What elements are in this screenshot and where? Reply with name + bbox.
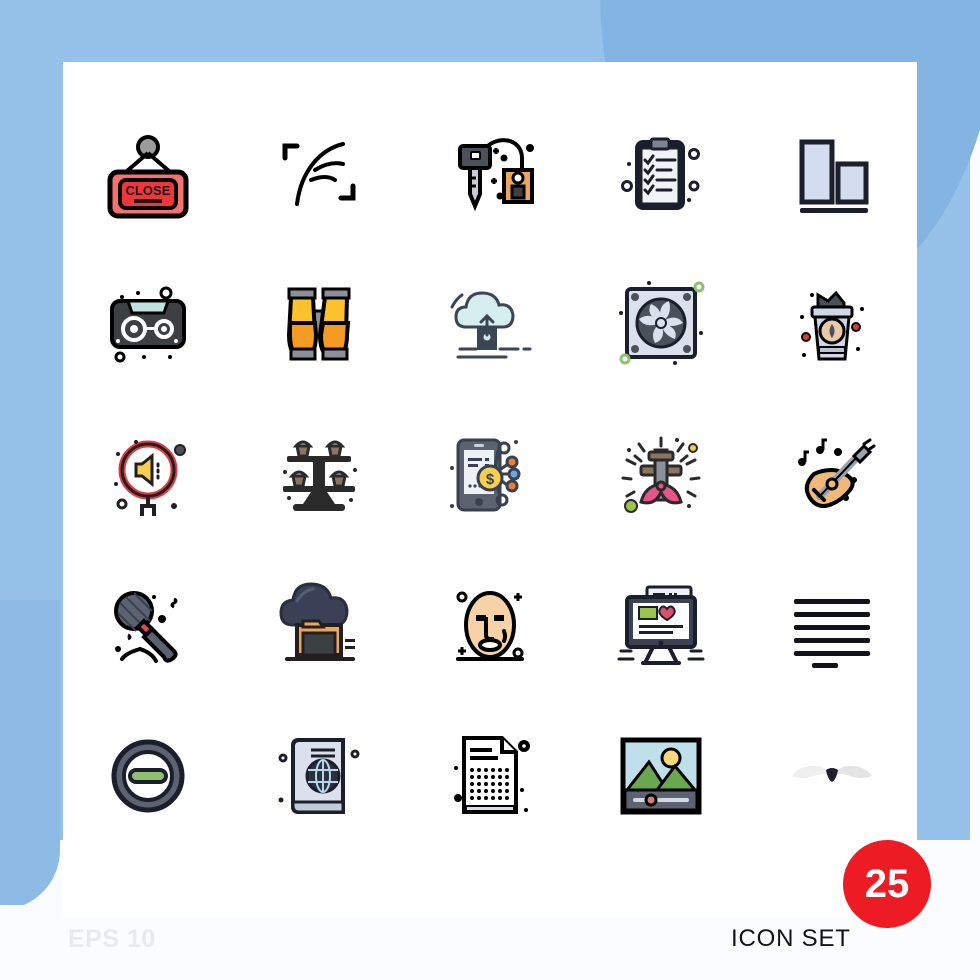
icon-cell-close-sign-icon[interactable]: CLOSE xyxy=(63,96,234,247)
icon-cell-celebration-bow-icon[interactable] xyxy=(575,398,746,549)
icon-cell-face-mask-icon[interactable] xyxy=(405,550,576,701)
icon-cell-cupcake-stand-icon[interactable] xyxy=(234,398,405,549)
icon-cell-mustache-icon[interactable] xyxy=(746,701,917,852)
icon-count-badge: 25 xyxy=(843,840,931,928)
icon-set-label: ICON SET xyxy=(731,925,851,952)
svg-text:CLOSE: CLOSE xyxy=(126,183,171,198)
icon-cell-clipboard-checklist-icon[interactable] xyxy=(575,96,746,247)
icon-cell-cassette-tape-icon[interactable] xyxy=(63,247,234,398)
icon-count-value: 25 xyxy=(864,862,910,906)
eps-version-label: EPS 10 xyxy=(68,925,156,953)
icon-grid: CLOSE $ xyxy=(63,96,917,852)
icon-cell-microphone-icon[interactable] xyxy=(63,550,234,701)
svg-text:$: $ xyxy=(486,471,495,488)
icon-set-poster: CLOSE $ EPS 10 ICON SET 25 xyxy=(0,0,980,980)
icon-cell-key-tag-icon[interactable] xyxy=(405,96,576,247)
icon-cell-desktop-webpage-icon[interactable] xyxy=(575,550,746,701)
icon-cell-cooling-fan-icon[interactable] xyxy=(575,247,746,398)
icon-cell-megaphone-signal-icon[interactable] xyxy=(63,398,234,549)
icon-cell-binoculars-icon[interactable] xyxy=(234,247,405,398)
background-blob-tail xyxy=(0,600,60,910)
icon-cell-minus-circle-icon[interactable] xyxy=(63,701,234,852)
icon-cell-coffee-cup-icon[interactable] xyxy=(746,247,917,398)
icon-cell-passport-icon[interactable] xyxy=(234,701,405,852)
icon-cell-document-braille-icon[interactable] xyxy=(405,701,576,852)
icon-cell-burning-house-icon[interactable] xyxy=(234,550,405,701)
icon-cell-image-slider-icon[interactable] xyxy=(575,701,746,852)
icon-cell-bar-chart-icon[interactable] xyxy=(746,96,917,247)
icon-cell-cloud-upload-icon[interactable] xyxy=(405,247,576,398)
icon-cell-mobile-payment-icon[interactable]: $ xyxy=(405,398,576,549)
icon-cell-text-justify-icon[interactable] xyxy=(746,550,917,701)
icon-cell-feather-scan-icon[interactable] xyxy=(234,96,405,247)
icon-cell-acoustic-guitar-icon[interactable] xyxy=(746,398,917,549)
